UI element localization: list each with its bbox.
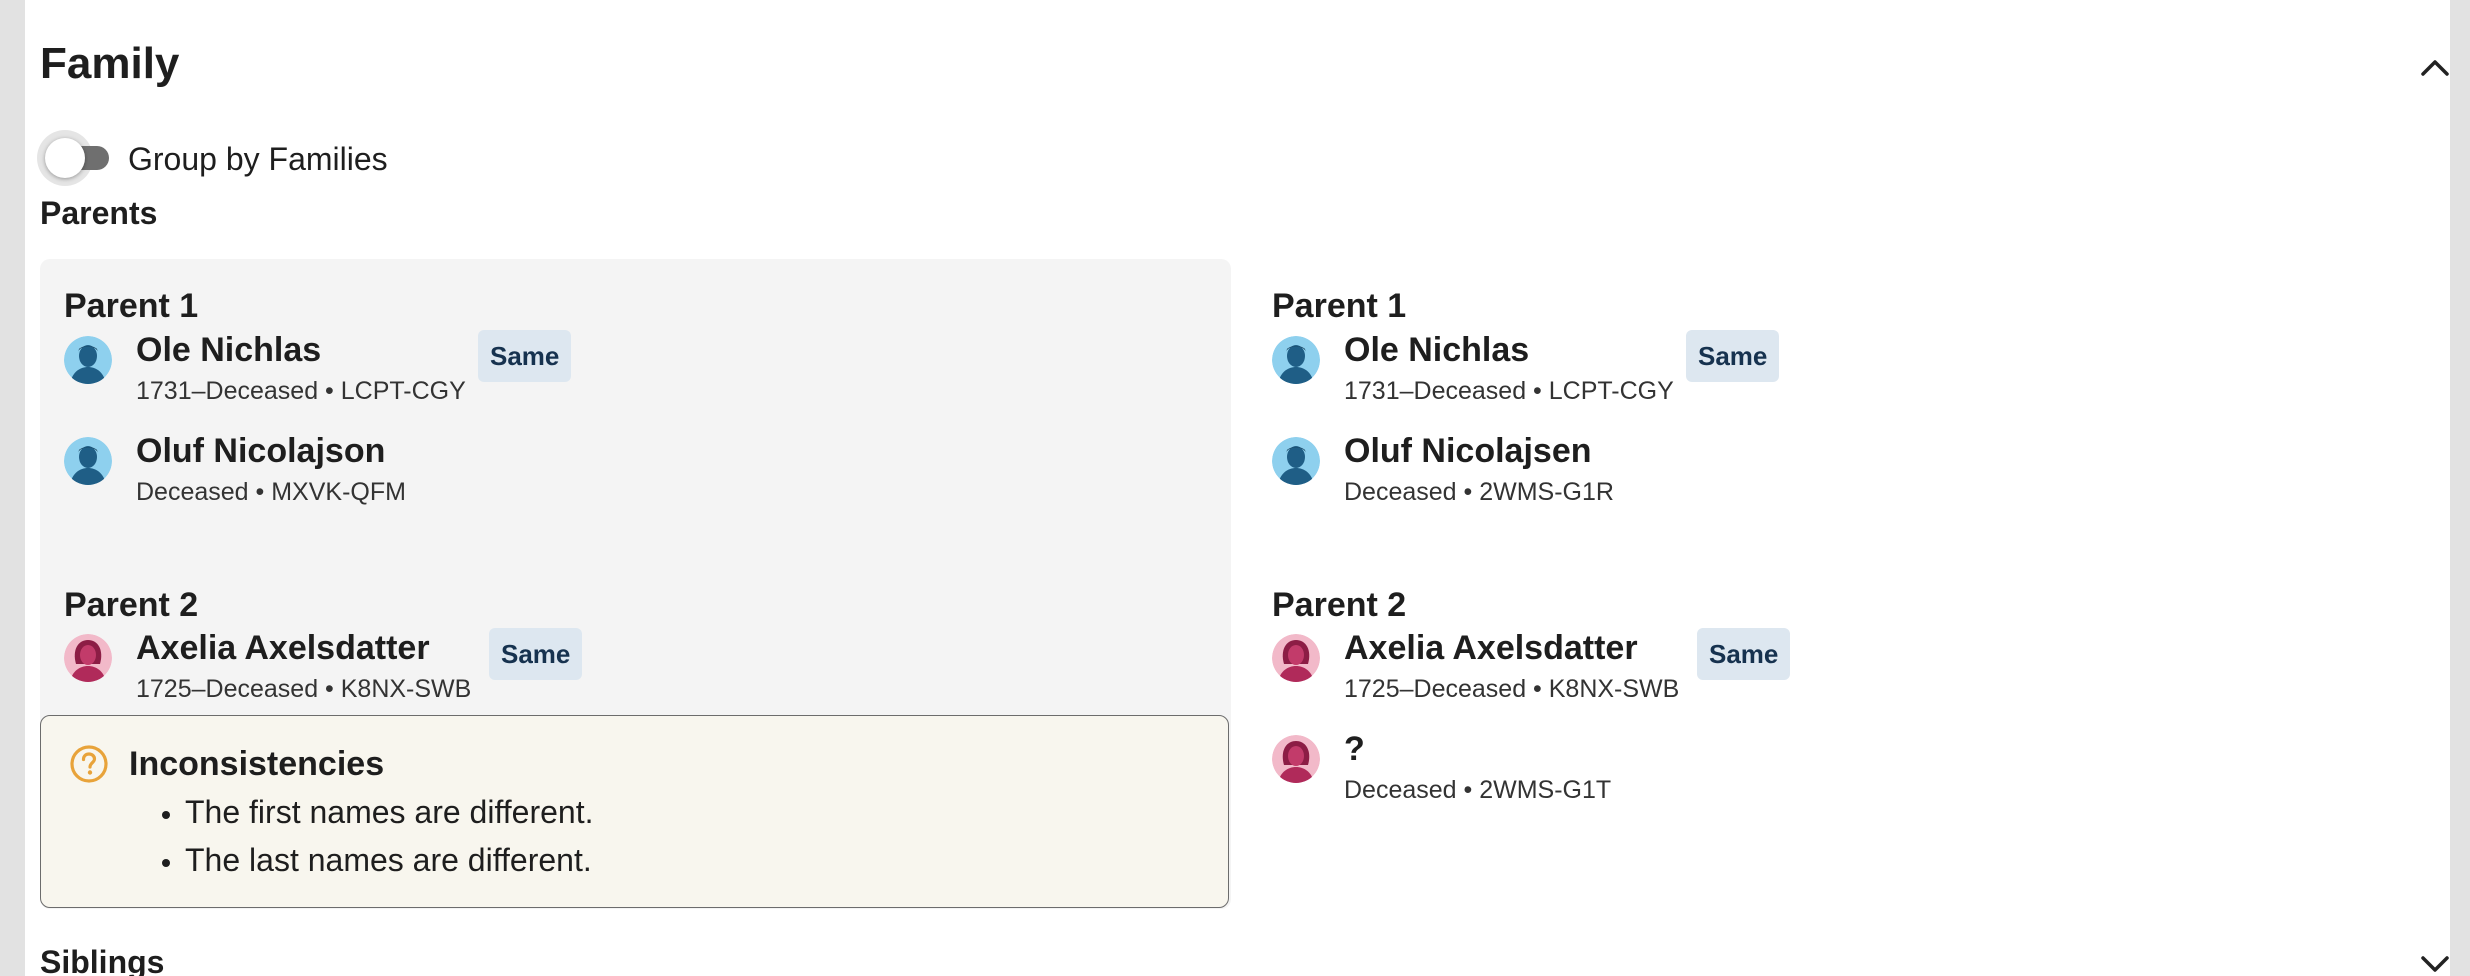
female-avatar-icon bbox=[64, 634, 112, 682]
right-parent2-person-2: ? Deceased • 2WMS-G1T bbox=[1272, 730, 1872, 813]
same-badge: Same bbox=[1697, 628, 1791, 680]
left-parent2-label: Parent 2 bbox=[64, 586, 199, 624]
chevron-up-icon bbox=[2421, 60, 2449, 76]
inconsistencies-list: The first names are different. The last … bbox=[101, 788, 593, 884]
person-meta: Deceased • 2WMS-G1R bbox=[1344, 478, 1614, 506]
expand-siblings-button[interactable] bbox=[2415, 944, 2450, 976]
person-meta: Deceased • MXVK-QFM bbox=[136, 478, 406, 506]
parents-heading: Parents bbox=[40, 195, 158, 231]
left-parent1-person-1: Ole Nichlas 1731–Deceased • LCPT-CGY bbox=[64, 331, 664, 414]
person-name[interactable]: ? bbox=[1344, 727, 1365, 771]
male-avatar-icon bbox=[64, 437, 112, 485]
person-meta: 1731–Deceased • LCPT-CGY bbox=[136, 377, 466, 405]
male-avatar-icon bbox=[1272, 437, 1320, 485]
siblings-heading: Siblings bbox=[40, 944, 165, 976]
person-name[interactable]: Axelia Axelsdatter bbox=[136, 626, 430, 670]
same-badge: Same bbox=[1686, 330, 1780, 382]
female-avatar-icon bbox=[1272, 634, 1320, 682]
inconsistency-item: The first names are different. bbox=[185, 788, 593, 836]
person-meta: 1725–Deceased • K8NX-SWB bbox=[1344, 675, 1680, 703]
male-avatar-icon bbox=[1272, 336, 1320, 384]
question-circle-icon bbox=[70, 745, 108, 783]
person-name[interactable]: Ole Nichlas bbox=[1344, 328, 1529, 372]
inconsistency-item: The last names are different. bbox=[185, 836, 593, 884]
male-avatar-icon bbox=[64, 336, 112, 384]
group-by-families-label: Group by Families bbox=[128, 141, 388, 177]
left-parent1-label: Parent 1 bbox=[64, 287, 199, 325]
right-parent1-person-1: Ole Nichlas 1731–Deceased • LCPT-CGY bbox=[1272, 331, 1872, 414]
family-page: Family Group by Families Parents Parent … bbox=[25, 0, 2450, 976]
female-avatar-icon bbox=[1272, 735, 1320, 783]
same-badge: Same bbox=[478, 330, 572, 382]
right-parent2-label: Parent 2 bbox=[1272, 586, 1407, 624]
person-name[interactable]: Oluf Nicolajson bbox=[136, 429, 385, 473]
left-parent1-person-2: Oluf Nicolajson Deceased • MXVK-QFM bbox=[64, 432, 664, 515]
right-parent1-label: Parent 1 bbox=[1272, 287, 1407, 325]
same-badge: Same bbox=[489, 628, 583, 680]
inconsistencies-title: Inconsistencies bbox=[129, 745, 385, 783]
chevron-down-icon bbox=[2421, 956, 2449, 972]
person-meta: 1731–Deceased • LCPT-CGY bbox=[1344, 377, 1674, 405]
collapse-family-button[interactable] bbox=[2415, 48, 2450, 88]
group-by-families-toggle[interactable] bbox=[37, 130, 109, 186]
right-parent1-person-2: Oluf Nicolajsen Deceased • 2WMS-G1R bbox=[1272, 432, 1872, 515]
family-title: Family bbox=[40, 39, 180, 88]
person-meta: Deceased • 2WMS-G1T bbox=[1344, 776, 1612, 804]
toggle-knob bbox=[45, 138, 85, 178]
person-name[interactable]: Oluf Nicolajsen bbox=[1344, 429, 1592, 473]
person-name[interactable]: Ole Nichlas bbox=[136, 328, 321, 372]
person-meta: 1725–Deceased • K8NX-SWB bbox=[136, 675, 472, 703]
person-name[interactable]: Axelia Axelsdatter bbox=[1344, 626, 1638, 670]
inconsistencies-box: Inconsistencies The first names are diff… bbox=[40, 715, 1229, 908]
